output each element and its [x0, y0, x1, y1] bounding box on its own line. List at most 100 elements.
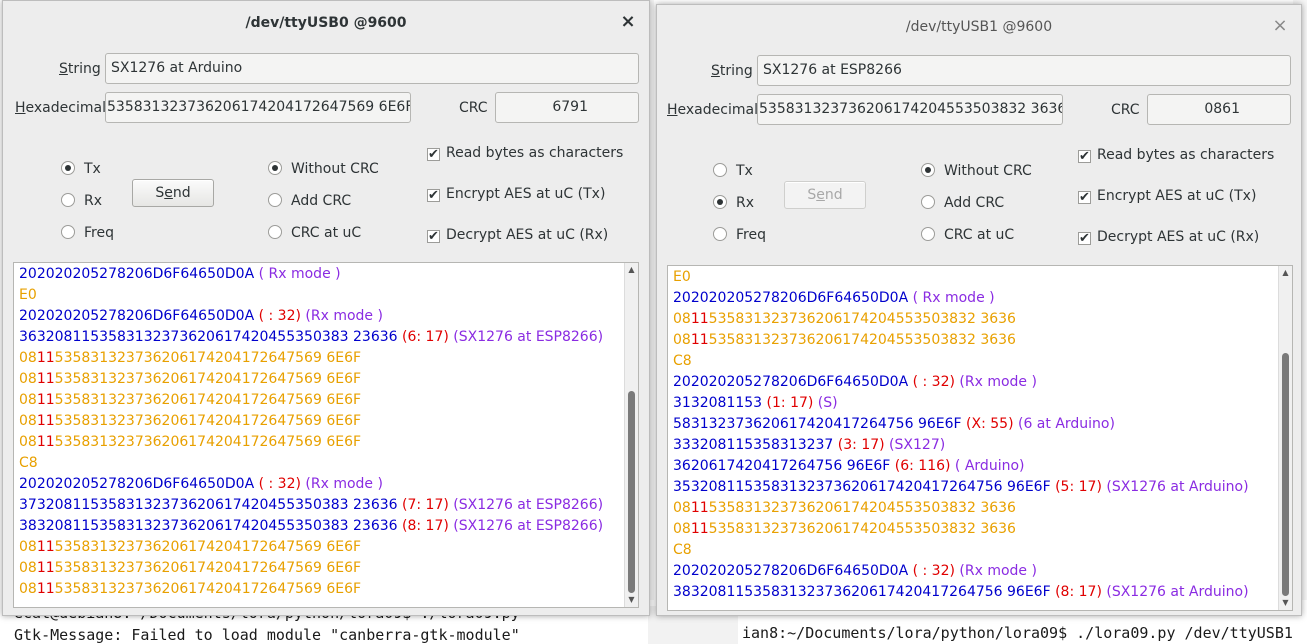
log-segment: 535831323736206174204172647569 6E6F — [54, 560, 362, 576]
crc-input[interactable]: 0861 — [1147, 94, 1291, 125]
log-segment: (SX1276 at Arduino) — [1101, 479, 1249, 495]
log-line: 0811535831323736206174204172647569 6E6F — [19, 390, 361, 411]
radio-tx[interactable]: Tx — [61, 159, 101, 179]
log-segment: (5: 17) — [1050, 479, 1102, 495]
serial-window-usb1: /dev/ttyUSB1 @9600 × String SX1276 at ES… — [656, 4, 1302, 616]
radio-add-crc[interactable]: Add CRC — [268, 191, 351, 211]
log-line: 202020205278206D6F64650D0A ( Rx mode ) — [19, 264, 341, 285]
radio-tx[interactable]: Tx — [713, 161, 753, 181]
scroll-down-icon[interactable]: ▼ — [1279, 597, 1292, 609]
log-segment: ( : 32) — [908, 374, 955, 390]
log-line: 0811535831323736206174204553503832 3636 — [673, 498, 1016, 519]
log-segment: 3132081153 — [673, 395, 763, 411]
scroll-up-icon[interactable]: ▲ — [1279, 267, 1292, 279]
checkmark-icon: ✔ — [427, 229, 440, 244]
log-segment: ( : 32) — [254, 308, 301, 324]
log-segment: C8 — [19, 455, 38, 471]
log-segment: 08 — [19, 371, 37, 387]
hex-input[interactable]: 535831323736206174204172647569 6E6F — [105, 92, 411, 123]
check-encrypt-aes[interactable]: ✔ Encrypt AES at uC (Tx) — [427, 184, 605, 204]
log-segment: 535831323736206174204553503832 3636 — [708, 332, 1016, 348]
log-line: 3620617420417264756 96E6F (6: 116) ( Ard… — [673, 456, 1024, 477]
radio-on-icon — [61, 161, 75, 175]
string-input[interactable]: SX1276 at ESP8266 — [757, 55, 1291, 86]
window-title: /dev/ttyUSB0 @9600 — [245, 15, 407, 31]
check-decrypt-aes[interactable]: ✔ Decrypt AES at uC (Rx) — [1078, 227, 1259, 247]
scroll-up-icon[interactable]: ▲ — [625, 264, 638, 276]
crc-input[interactable]: 6791 — [495, 92, 639, 123]
log-scrollbar[interactable]: ▲ ▼ — [624, 263, 638, 607]
scroll-thumb[interactable] — [628, 391, 635, 593]
log-segment: 202020205278206D6F64650D0A — [673, 290, 909, 306]
checkmark-icon: ✔ — [1078, 231, 1091, 246]
check-encrypt-aes[interactable]: ✔ Encrypt AES at uC (Tx) — [1078, 186, 1256, 206]
receive-log[interactable]: 3832081153583132373620617420417264756 96… — [667, 265, 1293, 611]
log-segment: (8: 17) — [1050, 584, 1102, 600]
log-line: 583132373620617420417264756 96E6F (X: 55… — [673, 414, 1115, 435]
radio-freq[interactable]: Freq — [713, 225, 766, 245]
radio-on-icon — [713, 195, 727, 209]
scroll-down-icon[interactable]: ▼ — [625, 594, 638, 606]
radio-off-icon — [921, 227, 935, 241]
hex-input[interactable]: 535831323736206174204553503832 3636 — [757, 94, 1063, 125]
log-segment: 08 — [19, 392, 37, 408]
log-segment: 202020205278206D6F64650D0A — [673, 563, 909, 579]
log-segment: 202020205278206D6F64650D0A — [673, 374, 909, 390]
log-segment: (6: 17) — [397, 329, 449, 345]
log-segment: (3: 17) — [833, 437, 885, 453]
log-scrollbar[interactable]: ▲ ▼ — [1278, 266, 1292, 610]
log-segment: 3732081153583132373620617420455350383 23… — [19, 497, 398, 513]
terminal-line: ian8:~/Documents/lora/python/lora09$ ./l… — [742, 624, 1293, 642]
scroll-thumb[interactable] — [1282, 353, 1289, 596]
log-segment: (6 at Arduino) — [1013, 416, 1115, 432]
log-segment: 3832081153583132373620617420455350383 23… — [19, 518, 398, 534]
radio-rx[interactable]: Rx — [713, 193, 754, 213]
log-line: 3632081153583132373620617420455350383 23… — [19, 327, 603, 348]
log-segment: (X: 55) — [961, 416, 1014, 432]
string-input[interactable]: SX1276 at Arduino — [105, 53, 639, 84]
radio-add-crc[interactable]: Add CRC — [921, 193, 1004, 213]
log-segment: 08 — [19, 539, 37, 555]
log-segment: 11 — [36, 371, 55, 387]
string-label: String — [59, 61, 101, 77]
radio-crc-at-uc[interactable]: CRC at uC — [268, 223, 361, 243]
string-label: String — [711, 63, 753, 79]
log-segment: E0 — [19, 287, 37, 303]
radio-off-icon — [61, 193, 75, 207]
log-line: 0811535831323736206174204172647569 6E6F — [19, 579, 361, 600]
log-segment: ( Rx mode ) — [908, 290, 995, 306]
log-line: 202020205278206D6F64650D0A ( : 32) (Rx m… — [673, 372, 1037, 393]
window-title: /dev/ttyUSB1 @9600 — [905, 19, 1053, 35]
check-read-bytes[interactable]: ✔ Read bytes as characters — [1078, 145, 1274, 165]
check-decrypt-aes[interactable]: ✔ Decrypt AES at uC (Rx) — [427, 225, 608, 245]
send-button[interactable]: Send — [132, 179, 214, 207]
log-segment: (Rx mode ) — [954, 563, 1037, 579]
radio-rx[interactable]: Rx — [61, 191, 102, 211]
log-segment: 08 — [19, 350, 37, 366]
log-segment: 11 — [690, 311, 709, 327]
radio-off-icon — [713, 227, 727, 241]
radio-crc-at-uc[interactable]: CRC at uC — [921, 225, 1014, 245]
close-icon[interactable]: × — [619, 11, 637, 33]
radio-without-crc[interactable]: Without CRC — [921, 161, 1032, 181]
hex-label: Hexadecimal — [15, 100, 106, 116]
check-read-bytes[interactable]: ✔ Read bytes as characters — [427, 143, 623, 163]
log-line: 0811535831323736206174204553503832 3636 — [673, 519, 1016, 540]
log-line: 3832081153583132373620617420455350383 23… — [19, 516, 603, 537]
radio-off-icon — [713, 163, 727, 177]
log-segment: 333208115358313237 — [673, 437, 834, 453]
receive-log[interactable]: 0811535831323736206174204172647569 6E6F 0… — [13, 262, 639, 608]
radio-off-icon — [61, 225, 75, 239]
send-button[interactable]: Send — [784, 181, 866, 209]
radio-on-icon — [268, 161, 282, 175]
log-line: 3532081153583132373620617420417264756 96… — [673, 477, 1249, 498]
log-segment: 535831323736206174204553503832 3636 — [708, 500, 1016, 516]
log-segment: 535831323736206174204553503832 3636 — [708, 311, 1016, 327]
log-segment: 202020205278206D6F64650D0A — [19, 476, 255, 492]
log-line: 0811535831323736206174204172647569 6E6F — [19, 432, 361, 453]
radio-without-crc[interactable]: Without CRC — [268, 159, 379, 179]
log-line: 3732081153583132373620617420455350383 23… — [19, 495, 603, 516]
close-icon[interactable]: × — [1271, 15, 1289, 37]
radio-freq[interactable]: Freq — [61, 223, 114, 243]
radio-off-icon — [268, 193, 282, 207]
